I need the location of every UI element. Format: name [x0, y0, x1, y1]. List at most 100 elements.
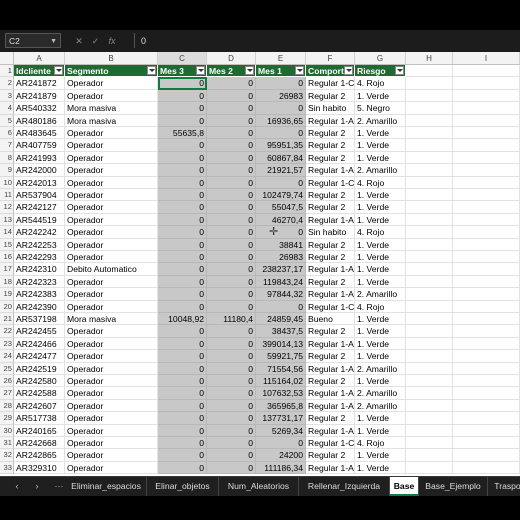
table-cell[interactable]: 60867,84: [256, 151, 306, 165]
table-cell[interactable]: AR483645: [14, 127, 65, 140]
table-cell[interactable]: 399014,13: [256, 337, 306, 351]
table-cell[interactable]: 1. Verde: [355, 238, 406, 251]
table-cell[interactable]: Operador: [65, 362, 158, 375]
table-cell[interactable]: AR242383: [14, 288, 65, 301]
table-cell[interactable]: 0: [207, 251, 256, 264]
column-header[interactable]: H: [406, 52, 453, 65]
table-cell[interactable]: 2. Amarillo: [355, 362, 406, 375]
table-cell[interactable]: Regular 1-C: [306, 176, 355, 189]
table-cell[interactable]: 0: [158, 325, 207, 338]
fx-icon[interactable]: fx: [105, 33, 119, 49]
table-cell[interactable]: [406, 164, 453, 177]
table-cell[interactable]: 0: [158, 189, 207, 202]
row-header[interactable]: 15: [0, 238, 14, 251]
filter-dropdown-icon[interactable]: [344, 66, 353, 75]
table-cell[interactable]: [406, 127, 453, 140]
table-cell[interactable]: Regular 1-A: [306, 114, 355, 127]
table-cell[interactable]: 0: [207, 226, 256, 239]
table-cell[interactable]: [453, 114, 520, 127]
table-cell[interactable]: 0: [207, 337, 256, 351]
column-header[interactable]: C: [158, 52, 207, 65]
table-cell[interactable]: [406, 399, 453, 413]
table-cell[interactable]: 0: [207, 114, 256, 127]
table-cell[interactable]: [453, 263, 520, 276]
table-cell[interactable]: [453, 176, 520, 189]
table-cell[interactable]: 0: [207, 189, 256, 202]
filter-dropdown-icon[interactable]: [147, 66, 156, 75]
table-cell[interactable]: [406, 263, 453, 276]
row-header[interactable]: 14: [0, 226, 14, 239]
table-cell[interactable]: 0: [207, 387, 256, 400]
table-cell[interactable]: 0: [158, 238, 207, 251]
table-cell[interactable]: Operador: [65, 399, 158, 413]
table-cell[interactable]: [453, 213, 520, 227]
filter-dropdown-icon[interactable]: [54, 66, 63, 75]
table-cell[interactable]: Mora masiva: [65, 114, 158, 127]
table-cell[interactable]: 0: [207, 412, 256, 425]
table-cell[interactable]: [453, 251, 520, 264]
row-header[interactable]: 6: [0, 127, 14, 140]
sheet-tab[interactable]: Base_Ejemplo: [419, 477, 488, 496]
table-cell[interactable]: Mora masiva: [65, 102, 158, 115]
column-header[interactable]: I: [453, 52, 520, 65]
table-cell[interactable]: 0: [207, 89, 256, 103]
table-cell[interactable]: Operador: [65, 337, 158, 351]
table-cell[interactable]: 0: [207, 325, 256, 338]
table-cell[interactable]: AR242466: [14, 337, 65, 351]
row-header[interactable]: 8: [0, 151, 14, 165]
table-cell[interactable]: [406, 375, 453, 388]
table-cell[interactable]: Regular 1-C: [306, 437, 355, 450]
row-header[interactable]: 17: [0, 263, 14, 276]
table-cell[interactable]: 1. Verde: [355, 337, 406, 351]
table-cell[interactable]: [406, 424, 453, 437]
table-cell[interactable]: AR242310: [14, 263, 65, 276]
table-cell[interactable]: 97844,32: [256, 288, 306, 301]
row-header[interactable]: 31: [0, 437, 14, 450]
table-cell[interactable]: 0: [207, 139, 256, 152]
table-cell[interactable]: 238237,17: [256, 263, 306, 276]
table-cell[interactable]: 1. Verde: [355, 89, 406, 103]
table-cell[interactable]: [453, 201, 520, 214]
table-cell[interactable]: Regular 2: [306, 89, 355, 103]
table-cell[interactable]: [406, 288, 453, 301]
table-cell[interactable]: [453, 151, 520, 165]
column-header[interactable]: E: [256, 52, 306, 65]
table-cell[interactable]: [406, 412, 453, 425]
table-cell[interactable]: 0: [158, 449, 207, 462]
table-cell[interactable]: 137731,17: [256, 412, 306, 425]
row-header[interactable]: 23: [0, 337, 14, 351]
table-cell[interactable]: Regular 2: [306, 325, 355, 338]
table-cell[interactable]: 0: [158, 164, 207, 177]
row-header[interactable]: 10: [0, 176, 14, 189]
row-header[interactable]: 32: [0, 449, 14, 462]
table-header-cell[interactable]: Mes 3: [158, 65, 207, 78]
table-cell[interactable]: Sin habito: [306, 102, 355, 115]
table-cell[interactable]: AR241879: [14, 89, 65, 103]
table-cell[interactable]: 0: [256, 102, 306, 115]
tab-prev-icon[interactable]: ‹: [8, 477, 26, 496]
table-cell[interactable]: 0: [158, 89, 207, 103]
table-cell[interactable]: 26983: [256, 251, 306, 264]
row-header[interactable]: 30: [0, 424, 14, 437]
table-header-cell[interactable]: Idcliente: [14, 65, 65, 78]
table-cell[interactable]: 0: [158, 226, 207, 239]
table-cell[interactable]: Operador: [65, 89, 158, 103]
table-cell[interactable]: Operador: [65, 449, 158, 462]
enter-icon[interactable]: ✓: [89, 33, 103, 49]
chevron-down-icon[interactable]: ▼: [50, 34, 57, 49]
row-header[interactable]: 26: [0, 375, 14, 388]
table-cell[interactable]: AR480186: [14, 114, 65, 127]
row-header[interactable]: 25: [0, 362, 14, 375]
filter-dropdown-icon[interactable]: [196, 66, 205, 75]
table-cell[interactable]: 59921,75: [256, 350, 306, 363]
table-cell[interactable]: Regular 2: [306, 375, 355, 388]
table-cell[interactable]: 11180,4: [207, 313, 256, 326]
table-cell[interactable]: AR241872: [14, 77, 65, 90]
table-cell[interactable]: [406, 77, 453, 90]
sheet-tab[interactable]: Eliminar_espacios: [66, 477, 147, 496]
table-cell[interactable]: 2. Amarillo: [355, 387, 406, 400]
table-cell[interactable]: Operador: [65, 189, 158, 202]
table-cell[interactable]: 0: [207, 461, 256, 475]
table-cell[interactable]: Regular 2: [306, 449, 355, 462]
table-cell[interactable]: 0: [207, 275, 256, 289]
